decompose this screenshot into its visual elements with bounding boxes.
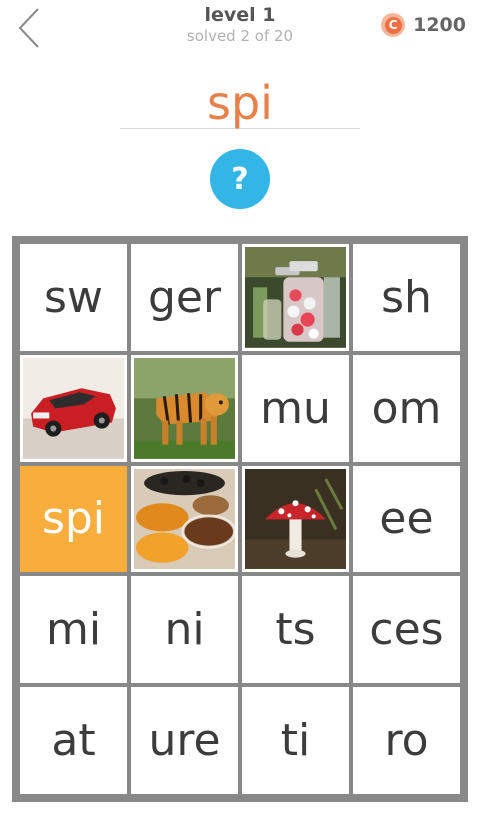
tile-sw[interactable]: sw bbox=[20, 244, 127, 351]
tile-label: ro bbox=[384, 715, 429, 767]
back-button[interactable] bbox=[12, 6, 46, 50]
tile-label: at bbox=[51, 715, 96, 767]
tile-label: mi bbox=[45, 604, 102, 656]
mushroom-photo bbox=[242, 465, 349, 573]
tile-ces[interactable]: ces bbox=[353, 576, 460, 684]
tile-label: ee bbox=[379, 493, 434, 545]
spices-photo bbox=[131, 465, 238, 573]
tile-ti[interactable]: ti bbox=[242, 687, 349, 794]
tile-ee[interactable]: ee bbox=[353, 465, 460, 573]
tile-om[interactable]: om bbox=[353, 354, 460, 462]
tile-spi[interactable]: spi bbox=[20, 465, 127, 573]
tile-spices-photo[interactable] bbox=[131, 465, 238, 573]
coin-count: 1200 bbox=[413, 14, 466, 36]
tile-ger[interactable]: ger bbox=[131, 244, 238, 351]
tile-tiger-photo[interactable] bbox=[131, 354, 238, 462]
tile-label: sh bbox=[381, 271, 432, 323]
level-title: level 1 bbox=[204, 4, 276, 26]
tile-label: spi bbox=[41, 493, 106, 545]
chevron-left-icon bbox=[18, 8, 39, 48]
tile-label: ces bbox=[369, 604, 444, 656]
tile-label: ts bbox=[275, 604, 316, 656]
tile-at[interactable]: at bbox=[20, 687, 127, 794]
tile-mushroom-photo[interactable] bbox=[242, 465, 349, 573]
question-mark-icon: ? bbox=[231, 161, 249, 197]
tile-ure[interactable]: ure bbox=[131, 687, 238, 794]
answer-field: spi bbox=[120, 78, 360, 129]
tile-ro[interactable]: ro bbox=[353, 687, 460, 794]
coin-icon: C bbox=[381, 13, 406, 37]
tile-label: om bbox=[371, 382, 442, 434]
tiger-photo bbox=[131, 354, 238, 462]
tile-sh[interactable]: sh bbox=[353, 244, 460, 351]
tile-ts[interactable]: ts bbox=[242, 576, 349, 684]
tile-car-photo[interactable] bbox=[20, 354, 127, 462]
tile-label: ger bbox=[147, 271, 222, 323]
tile-mi[interactable]: mi bbox=[20, 576, 127, 684]
tile-label: ure bbox=[148, 715, 221, 767]
coin-symbol: C bbox=[384, 16, 402, 34]
jars-of-sweets-photo bbox=[242, 244, 349, 351]
answer-text: spi bbox=[207, 76, 273, 130]
hint-button[interactable]: ? bbox=[210, 149, 270, 209]
tile-label: mu bbox=[260, 382, 331, 434]
red-car-photo bbox=[20, 354, 127, 462]
tile-mu[interactable]: mu bbox=[242, 354, 349, 462]
coin-counter: C 1200 bbox=[381, 10, 466, 40]
tile-jars-photo[interactable] bbox=[242, 244, 349, 351]
tile-ni[interactable]: ni bbox=[131, 576, 238, 684]
tile-label: ti bbox=[280, 715, 311, 767]
level-header: level 1 solved 2 of 20 bbox=[140, 3, 340, 45]
tile-label: ni bbox=[164, 604, 205, 656]
tile-grid: sw ger sh mu om spi ee mi ni ts ces at u… bbox=[12, 236, 468, 802]
tile-label: sw bbox=[44, 271, 103, 323]
level-progress: solved 2 of 20 bbox=[186, 27, 294, 45]
